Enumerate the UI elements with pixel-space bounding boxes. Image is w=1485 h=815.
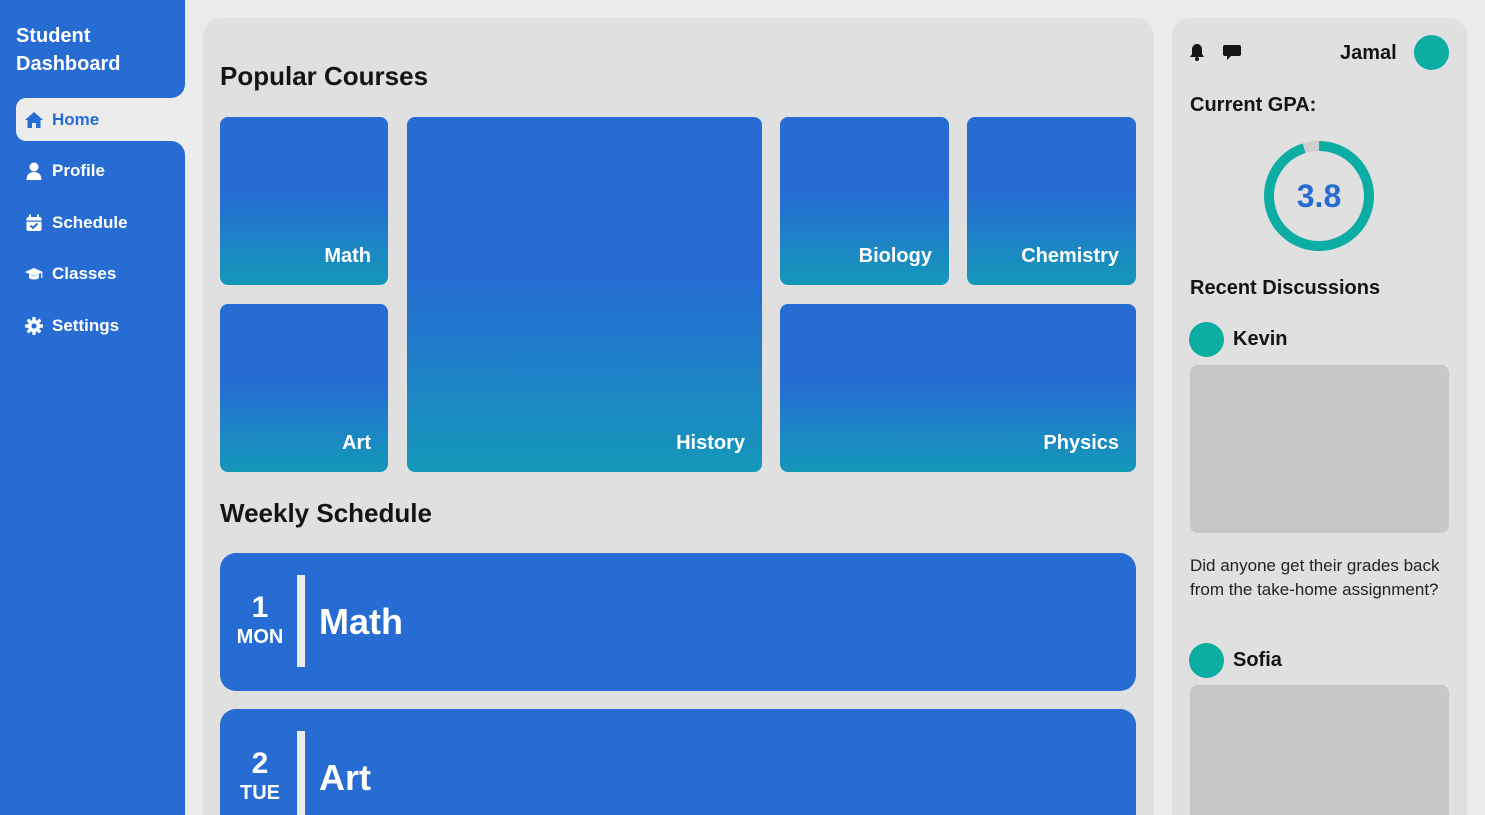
sidebar-item-label: Profile: [52, 161, 105, 180]
sidebar-item-schedule[interactable]: Schedule: [16, 201, 185, 244]
schedule-course: Math: [319, 601, 403, 642]
course-tile-physics[interactable]: Physics: [780, 304, 1136, 472]
sidebar-item-label: Schedule: [52, 212, 128, 232]
graduation-cap-icon: [24, 264, 44, 284]
sidebar-item-settings[interactable]: Settings: [16, 304, 185, 347]
sidebar: Student Dashboard Home Profile Schedule: [0, 0, 185, 815]
post-image: [1190, 365, 1449, 533]
course-label: Math: [324, 245, 371, 267]
course-label: History: [676, 432, 745, 454]
calendar-check-icon: [24, 213, 44, 233]
user-icon: [24, 161, 44, 181]
schedule-course: Art: [319, 757, 371, 798]
author-avatar[interactable]: [1189, 322, 1224, 357]
bell-icon[interactable]: [1187, 42, 1207, 62]
home-icon: [24, 110, 44, 130]
recent-discussions-title: Recent Discussions: [1190, 277, 1381, 299]
course-tile-chemistry[interactable]: Chemistry: [967, 117, 1136, 285]
brand-title: Student Dashboard: [16, 25, 121, 75]
weekly-schedule-title: Weekly Schedule: [220, 498, 432, 528]
schedule-day-number: 1: [251, 591, 269, 624]
sidebar-item-label: Settings: [52, 315, 120, 335]
post-author[interactable]: Sofia: [1233, 649, 1282, 672]
main-panel: Popular Courses Math History Biology Che…: [203, 18, 1154, 815]
chat-icon[interactable]: [1222, 42, 1242, 62]
course-tile-history[interactable]: History: [407, 117, 762, 472]
course-label: Biology: [858, 245, 932, 267]
schedule-date: 1 MON: [220, 591, 300, 649]
post-author[interactable]: Kevin: [1233, 328, 1287, 351]
sidebar-item-label: Classes: [52, 264, 117, 283]
sidebar-item-home[interactable]: Home: [16, 98, 185, 141]
user-avatar[interactable]: [1414, 35, 1449, 70]
course-label: Art: [342, 432, 371, 454]
course-label: Chemistry: [1021, 245, 1119, 267]
popular-courses-title: Popular Courses: [220, 61, 429, 91]
sidebar-item-label: Home: [52, 109, 100, 129]
schedule-weekday: TUE: [240, 782, 280, 804]
course-tile-biology[interactable]: Biology: [780, 117, 949, 285]
post-image: [1190, 685, 1449, 815]
right-panel: Jamal Current GPA: 3.8 Recent Discussion…: [1172, 18, 1467, 815]
schedule-weekday: MON: [236, 626, 284, 648]
schedule-item[interactable]: 1 MON Math: [220, 553, 1136, 691]
sidebar-nav: Home Profile Schedule Classes Settings: [16, 98, 185, 356]
schedule-day-number: 2: [251, 747, 269, 780]
sidebar-item-profile[interactable]: Profile: [16, 150, 185, 193]
course-tile-math[interactable]: Math: [220, 117, 388, 285]
schedule-divider: [297, 575, 305, 667]
gear-icon: [24, 316, 44, 336]
course-label: Physics: [1043, 432, 1119, 454]
schedule-date: 2 TUE: [220, 747, 300, 805]
course-tile-art[interactable]: Art: [220, 304, 388, 472]
author-avatar[interactable]: [1189, 643, 1224, 678]
schedule-divider: [297, 731, 305, 815]
gpa-value: 3.8: [1296, 177, 1342, 214]
post-text: Did anyone get their grades back from th…: [1190, 556, 1440, 599]
app-root: Student Dashboard Home Profile Schedule: [0, 0, 1485, 815]
username[interactable]: Jamal: [1340, 42, 1397, 65]
sidebar-item-classes[interactable]: Classes: [16, 253, 185, 296]
gpa-title: Current GPA:: [1190, 94, 1317, 116]
schedule-item[interactable]: 2 TUE Art: [220, 709, 1136, 815]
